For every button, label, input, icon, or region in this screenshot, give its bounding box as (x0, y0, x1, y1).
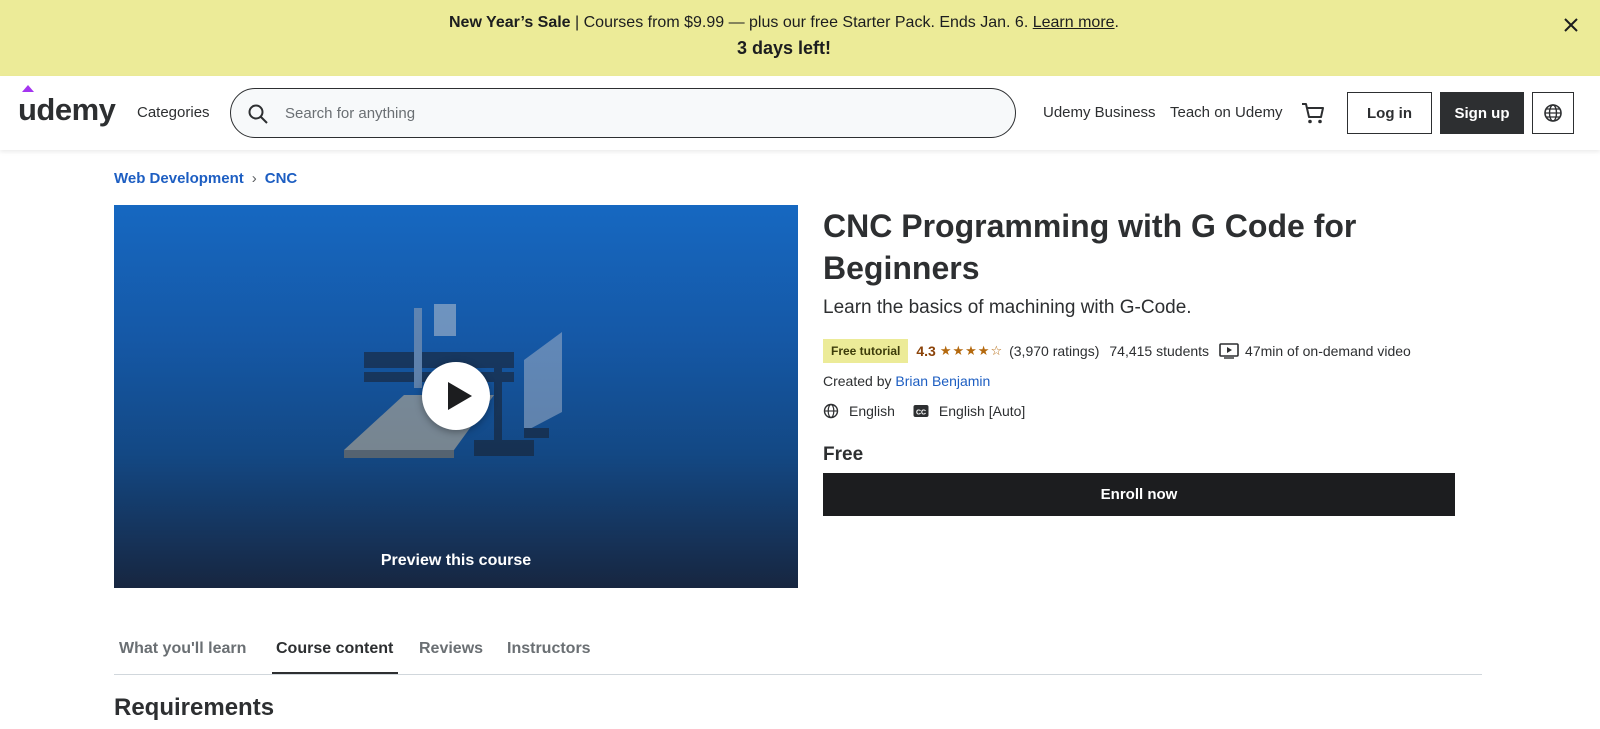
banner-learn-more-link[interactable]: Learn more (1033, 14, 1115, 31)
rating-stars: ★★★★☆ (939, 343, 1004, 358)
close-icon[interactable] (1560, 14, 1582, 36)
students-count: 74,415 students (1109, 343, 1210, 359)
search-bar[interactable] (230, 88, 1016, 138)
globe-icon (823, 403, 839, 419)
play-button[interactable] (422, 362, 490, 430)
tab-instructors[interactable]: Instructors (507, 640, 591, 658)
breadcrumb-web-development[interactable]: Web Development (114, 170, 244, 187)
breadcrumb-cnc[interactable]: CNC (265, 170, 298, 187)
tab-course-content[interactable]: Course content (276, 640, 393, 658)
course-tabs: What you'll learn Course content Reviews… (114, 628, 1482, 675)
search-icon[interactable] (247, 103, 269, 125)
closed-captions-icon: CC (913, 405, 929, 417)
free-tutorial-badge: Free tutorial (823, 339, 909, 363)
preview-course-label[interactable]: Preview this course (114, 552, 798, 570)
course-captions: English [Auto] (938, 403, 1026, 419)
banner-message: New Year’s Sale | Courses from $9.99 — p… (0, 14, 1568, 32)
banner-message-text: | Courses from $9.99 — plus our free Sta… (570, 14, 1033, 31)
globe-icon (1544, 104, 1562, 122)
search-input[interactable] (285, 99, 985, 127)
udemy-business-link[interactable]: Udemy Business (1043, 104, 1156, 121)
banner-period: . (1114, 14, 1119, 31)
created-by: Created by Brian Benjamin (823, 373, 990, 389)
course-preview[interactable]: Preview this course (114, 205, 798, 588)
language-button[interactable] (1532, 92, 1574, 134)
tab-what-youll-learn[interactable]: What you'll learn (119, 640, 246, 658)
logo-mark-icon (22, 85, 34, 92)
login-button[interactable]: Log in (1347, 92, 1432, 134)
promo-banner: New Year’s Sale | Courses from $9.99 — p… (0, 0, 1600, 76)
instructor-link[interactable]: Brian Benjamin (895, 373, 990, 389)
teach-on-udemy-link[interactable]: Teach on Udemy (1170, 104, 1283, 121)
banner-sale-title: New Year’s Sale (449, 14, 571, 31)
course-languages: English CC English [Auto] (823, 400, 1025, 422)
enroll-now-button[interactable]: Enroll now (823, 473, 1455, 516)
video-duration: 47min of on-demand video (1245, 343, 1411, 359)
course-subtitle: Learn the basics of machining with G-Cod… (823, 297, 1192, 318)
course-title: CNC Programming with G Code for Beginner… (823, 208, 1357, 286)
cart-icon[interactable] (1300, 100, 1326, 126)
rating-value: 4.3 (916, 343, 936, 359)
course-language: English (849, 403, 895, 419)
site-header: udemy Categories Udemy Business Teach on… (0, 76, 1600, 150)
course-price: Free (823, 444, 864, 465)
requirements-heading: Requirements (114, 694, 275, 721)
udemy-logo[interactable]: udemy (18, 85, 116, 128)
created-by-label: Created by (823, 373, 892, 389)
ratings-count-link[interactable]: (3,970 ratings) (1009, 343, 1099, 359)
logo-text: udemy (18, 92, 116, 127)
chevron-right-icon: › (251, 170, 257, 187)
play-icon (448, 382, 472, 410)
active-tab-indicator (272, 672, 398, 674)
tab-reviews[interactable]: Reviews (419, 640, 483, 658)
course-meta: Free tutorial 4.3 ★★★★☆ (3,970 ratings) … (823, 338, 1411, 364)
categories-menu[interactable]: Categories (137, 104, 210, 121)
svg-text:CC: CC (916, 410, 926, 417)
signup-button[interactable]: Sign up (1440, 92, 1524, 134)
banner-countdown: 3 days left! (736, 38, 832, 58)
video-icon (1219, 343, 1239, 359)
breadcrumb: Web Development › CNC (114, 170, 297, 187)
